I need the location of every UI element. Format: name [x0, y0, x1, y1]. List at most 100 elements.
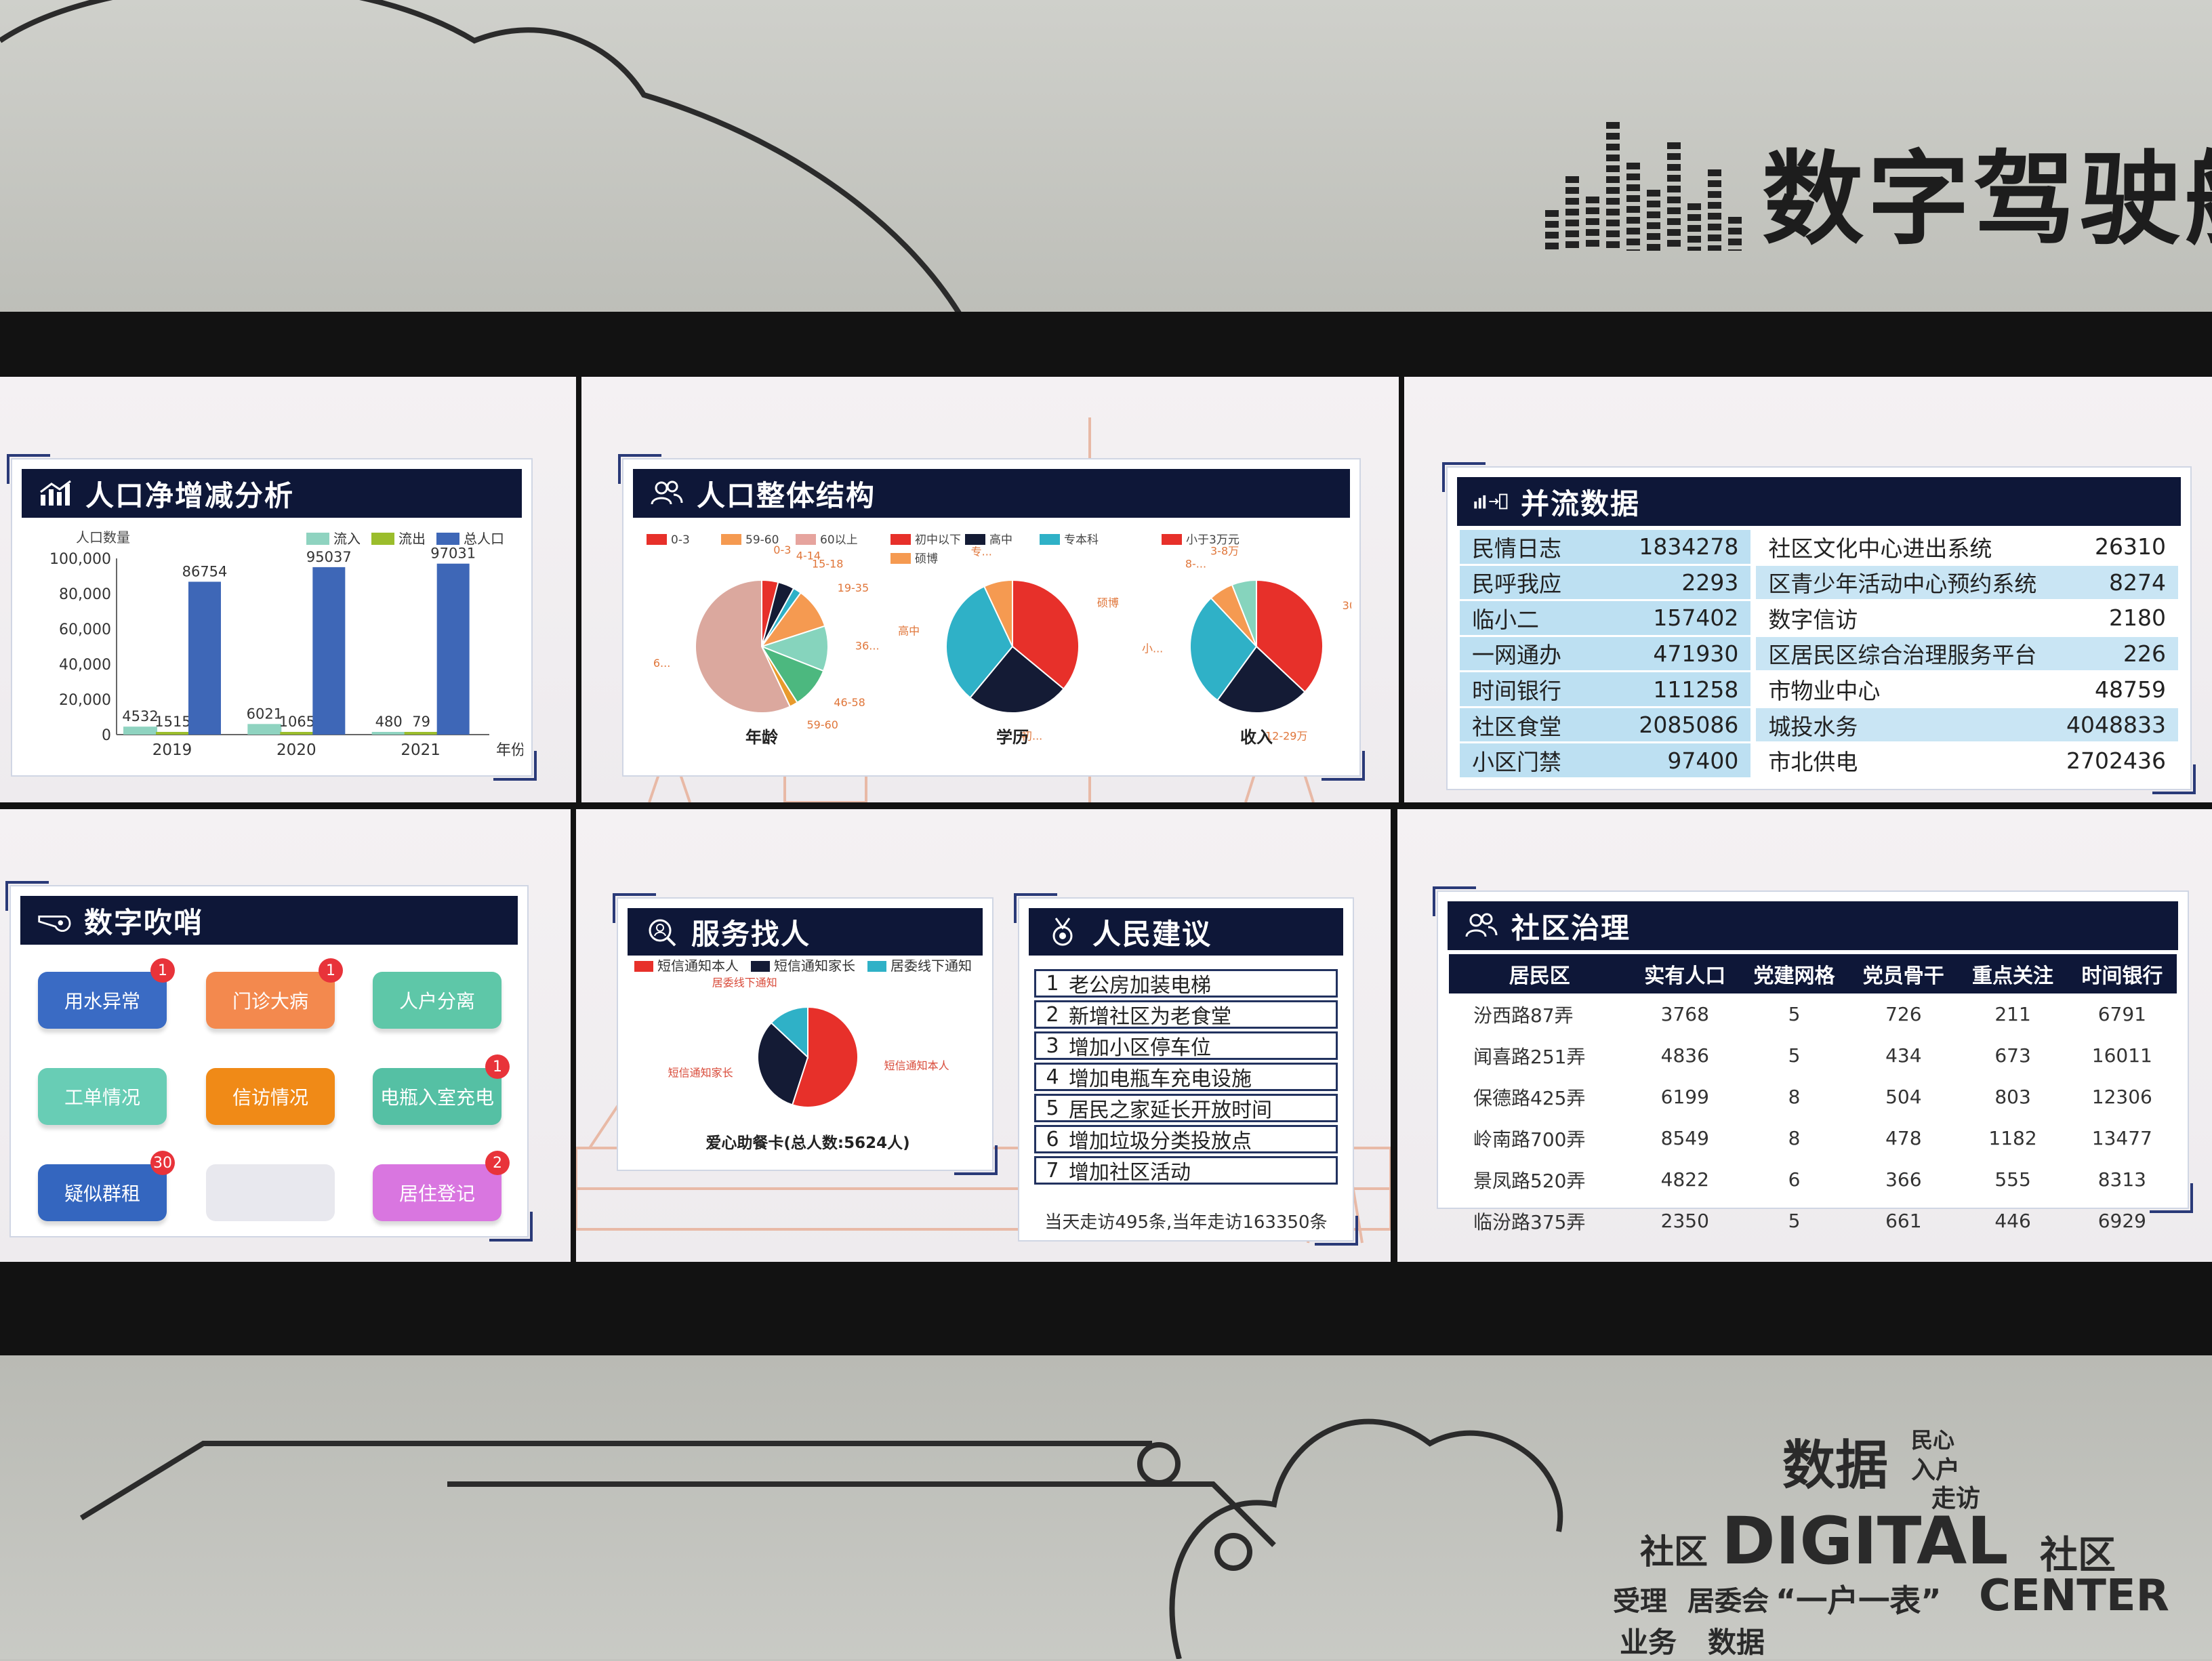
panel-header: 并流数据 [1457, 477, 2181, 526]
cell: 16011 [2091, 1044, 2152, 1067]
work-order-button[interactable]: 工单情况 [38, 1068, 167, 1125]
flow-label: 民呼我应 [1472, 571, 1561, 598]
slice-label: 19-35 [838, 581, 869, 594]
disabled-button[interactable] [206, 1164, 335, 1221]
list-item[interactable]: 1 老公房加装电梯 [1034, 969, 1338, 998]
badge: 1 [485, 1054, 510, 1079]
pie-caption: 爱心助餐卡(总人数:5624人) [705, 1134, 909, 1152]
list-item[interactable]: 4 增加电瓶车充电设施 [1034, 1063, 1338, 1091]
flow-row: 临小二 157402 [1460, 601, 1751, 637]
population-growth-chart: 人口数量 0 20,000 40,000 60,000 80,000 100,000 流入 流出… [49, 529, 523, 759]
data-label: 79 [412, 714, 430, 730]
y-tick-label: 60,000 [59, 621, 111, 638]
slice-label: 短信通知家长 [668, 1066, 733, 1079]
column-header: 重点关注 [1958, 954, 2068, 993]
y-tick-label: 100,000 [49, 551, 111, 568]
legend-label: 短信通知本人 [657, 960, 739, 974]
household-separation-button[interactable]: 人户分离 [373, 972, 501, 1029]
list-item[interactable]: 6 增加垃圾分类投放点 [1034, 1125, 1338, 1153]
whistle-panel: 数字吹哨 用水异常 1 门诊大病 1 人户分离 工单情况 信访情况 电瓶入室充电 1 … [5, 881, 533, 1242]
cell: 803 [1994, 1086, 2031, 1108]
wall-word: 业务 [1620, 1626, 1677, 1659]
legend-label: 高中 [989, 533, 1012, 547]
cell: 岭南路700弄 [1473, 1128, 1586, 1151]
screen-top-middle: 人口整体结构 0-3 59-60 60以上 初中以下 高中 专本科 硕博 小于3万元 0-3 4-… [581, 377, 1399, 802]
panel-header: 人口整体结构 [633, 469, 1350, 518]
cell: 汾西路87弄 [1473, 1004, 1574, 1027]
wall-word: DIGITAL [1721, 1503, 2009, 1579]
badge: 1 [150, 958, 175, 983]
wall-words: 数据 民心 入户 走访 社区 DIGITAL 社区 受理 居委会 “一户一表” … [1613, 1423, 2209, 1659]
flow-row: 城投水务 4048833 [1756, 708, 2178, 744]
cell: 8 [1788, 1086, 1801, 1108]
column-header: 时间银行 [2067, 954, 2177, 993]
flow-label: 社区食堂 [1472, 713, 1561, 740]
bar-chart-icon [38, 476, 73, 511]
cell: 434 [1885, 1044, 1922, 1067]
group-rental-button[interactable]: 疑似群租 30 [38, 1151, 175, 1221]
table-row: 景凤路520弄 4822 6 366 555 8313 [1449, 1159, 2177, 1200]
slice-label: 专... [971, 545, 992, 558]
flow-label: 区居民区综合治理服务平台 [1768, 642, 2037, 669]
bar [436, 563, 470, 735]
flow-value: 111258 [1653, 676, 1739, 703]
flow-value: 2702436 [2066, 747, 2166, 774]
screen-bottom-middle: 服务找人 短信通知本人 短信通知家长 居委线下通知 短信通知本人 短信通知家长 居委线下通… [576, 809, 1391, 1262]
data-label: 86754 [182, 563, 228, 579]
cell: 临汾路375弄 [1473, 1210, 1586, 1233]
flow-value: 4048833 [2066, 712, 2166, 739]
legend-swatch [796, 534, 816, 545]
water-anomaly-button[interactable]: 用水异常 1 [38, 958, 175, 1029]
badge: 2 [485, 1151, 510, 1175]
column-header: 党建网格 [1739, 954, 1849, 993]
petition-button[interactable]: 信访情况 [206, 1068, 335, 1125]
data-label: 4532 [122, 708, 158, 724]
list-item[interactable]: 3 增加小区停车位 [1034, 1031, 1338, 1060]
flow-row: 一网通办 471930 [1460, 636, 1751, 673]
data-label: 1515 [155, 714, 190, 730]
table-header: 居民区 实有人口 党建网格 党员骨干 重点关注 时间银行 [1449, 954, 2177, 993]
panel-title: 并流数据 [1521, 487, 1641, 520]
flow-value: 8274 [2109, 569, 2166, 596]
population-structure-charts: 0-3 59-60 60以上 初中以下 高中 专本科硕博小于3万元0-3 4-1415-18… [647, 533, 1351, 747]
slice-label: 3-8万 [1210, 544, 1239, 557]
cell: 4822 [1660, 1168, 1709, 1191]
wall-word: “一户一表” [1776, 1582, 1942, 1619]
screen-top-left: 人口净增减分析 人口数量 0 20,000 40,000 60,000 80,000 100… [0, 377, 576, 802]
list-item[interactable]: 7 增加社区活动 [1034, 1156, 1338, 1185]
pie-title: 收入 [1240, 728, 1273, 747]
panel-header: 服务找人 [628, 908, 983, 956]
outpatient-illness-button[interactable]: 门诊大病 1 [206, 958, 343, 1029]
flow-value: 471930 [1653, 640, 1739, 667]
service-pie-chart: 短信通知本人 短信通知家长 居委线下通知短信通知本人短信通知家长居委线下通知爱心助餐… [634, 960, 972, 1152]
list-item[interactable]: 5 居民之家延长开放时间 [1034, 1094, 1338, 1122]
legend-swatch [436, 533, 459, 545]
legend-label: 总人口 [464, 531, 504, 547]
flow-label: 社区文化中心进出系统 [1768, 535, 1992, 562]
bar [247, 724, 282, 735]
bar [371, 732, 406, 735]
pie-title: 学历 [996, 728, 1029, 747]
cell: 1182 [1988, 1127, 2037, 1149]
flow-row: 区青少年活动中心预约系统 8274 [1756, 565, 2178, 602]
cell: 673 [1994, 1044, 2031, 1067]
search-people-icon [644, 914, 679, 949]
legend-swatch [1040, 534, 1060, 545]
legend-swatch [867, 961, 886, 972]
legend-label: 流出 [398, 531, 426, 547]
list-item[interactable]: 2 新增社区为老食堂 [1034, 1000, 1338, 1029]
flow-label: 一网通办 [1472, 642, 1561, 669]
flow-row: 社区食堂 2085086 [1460, 708, 1751, 744]
flow-label: 小区门禁 [1472, 749, 1561, 776]
panel-header: 人口净增减分析 [22, 469, 522, 518]
flow-label: 民情日志 [1472, 535, 1561, 562]
battery-charging-button[interactable]: 电瓶入室充电 1 [373, 1054, 510, 1125]
table-row: 闻喜路251弄 4836 5 434 673 16011 [1449, 1035, 2177, 1076]
panel-header: 数字吹哨 [20, 896, 518, 945]
panel-title: 人口净增减分析 [85, 478, 295, 512]
slice-label: 高中 [898, 625, 920, 638]
residence-registration-button[interactable]: 居住登记 2 [373, 1151, 510, 1221]
flow-row: 民呼我应 2293 [1460, 565, 1751, 602]
brand-title: 数字驾驶舱 [1762, 141, 2212, 259]
legend-label: 专本科 [1064, 533, 1099, 547]
